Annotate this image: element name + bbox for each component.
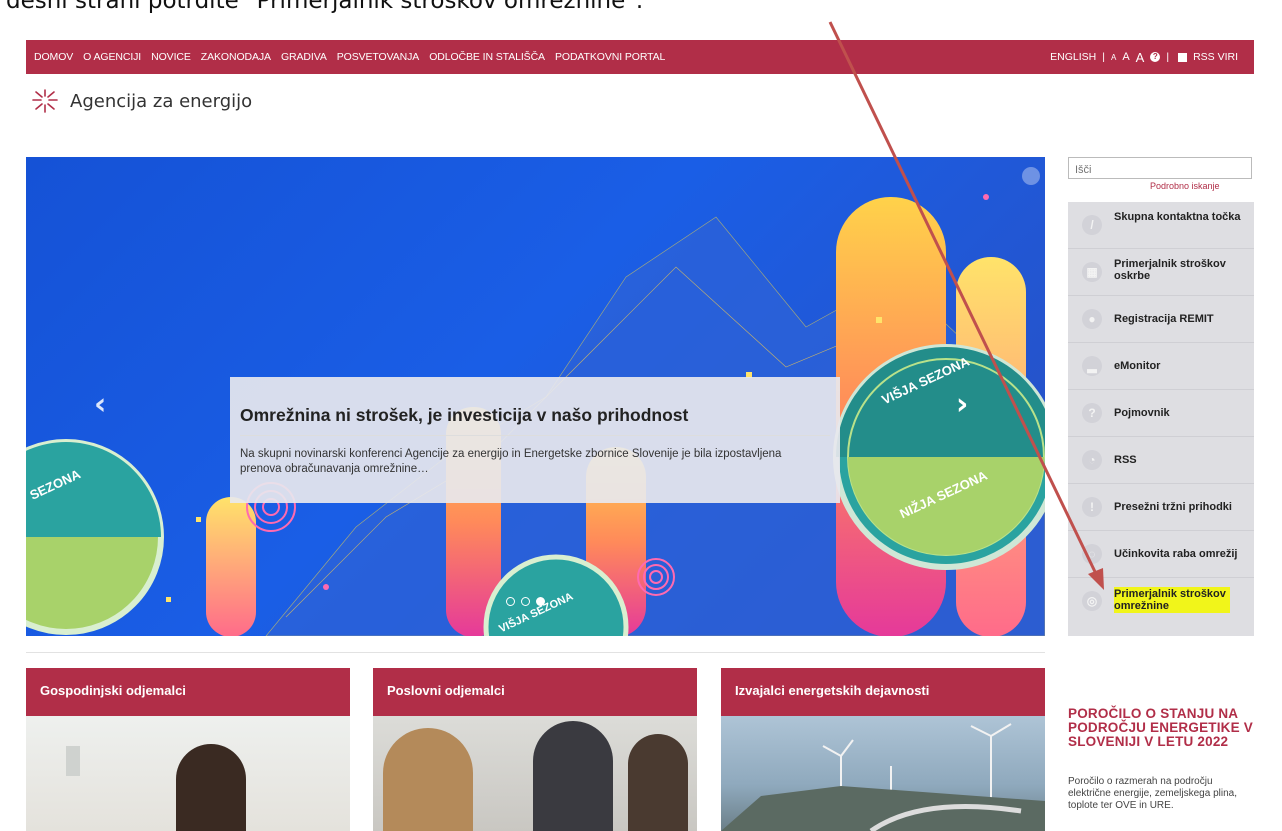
utility-nav: ENGLISH | A A A ? | RSS VIRI: [1047, 50, 1254, 65]
network-icon: ◎: [1082, 591, 1102, 611]
sidebar-item-remit[interactable]: ● Registracija REMIT: [1068, 296, 1254, 343]
hero-slider[interactable]: VIŠJA SEZONA NIŽJA SEZONA SEZONA VIŠJA S…: [26, 157, 1045, 636]
font-size-small-button[interactable]: A: [1111, 53, 1116, 62]
slide-title[interactable]: Omrežnina ni strošek, je investicija v n…: [240, 405, 688, 426]
sidebar-item-label: RSS: [1114, 454, 1137, 466]
user-icon: ●: [1082, 309, 1102, 329]
nav-novice[interactable]: NOVICE: [151, 51, 191, 63]
slider-prev-button[interactable]: ‹: [94, 387, 106, 422]
calculator-icon: ▦: [1082, 262, 1102, 282]
sidebar-item-rss[interactable]: ◔ RSS: [1068, 437, 1254, 484]
person-silhouette: [533, 721, 613, 831]
separator: |: [1166, 51, 1170, 63]
english-link[interactable]: ENGLISH: [1050, 51, 1096, 63]
wind-turbines-art: [721, 723, 1045, 831]
sidebar-item-excess-revenue[interactable]: ! Presežni tržni prihodki: [1068, 484, 1254, 531]
slider-next-button[interactable]: ›: [956, 387, 968, 422]
card-image-wind-turbines[interactable]: [721, 716, 1045, 831]
slider-dots: [506, 597, 545, 606]
advanced-search-link[interactable]: Podrobno iskanje: [1150, 181, 1220, 191]
sidebar-item-label: Pojmovnik: [1114, 407, 1170, 419]
section-divider: [26, 652, 1045, 653]
person-silhouette: [176, 744, 246, 831]
slider-dot[interactable]: [521, 597, 530, 606]
site-logo[interactable]: Agencija za energijo: [30, 88, 252, 114]
sidebar-item-label: Primerjalnik stroškov oskrbe: [1114, 258, 1226, 282]
card-image-household[interactable]: [26, 716, 350, 831]
nav-odlocbe[interactable]: ODLOČBE IN STALIŠČA: [429, 51, 545, 63]
person-silhouette: [383, 728, 473, 831]
rss-feeds-label: RSS VIRI: [1193, 51, 1238, 63]
person-silhouette: [628, 734, 688, 831]
rss-icon: [1178, 52, 1188, 62]
slide-caption[interactable]: Omrežnina ni strošek, je investicija v n…: [230, 377, 840, 503]
card-energy-operators[interactable]: Izvajalci energetskih dejavnosti: [721, 668, 1045, 831]
rss-feeds-link[interactable]: RSS VIRI: [1175, 51, 1241, 63]
nav-posvetovanja[interactable]: POSVETOVANJA: [337, 51, 420, 63]
report-title[interactable]: POROČILO O STANJU NA PODROČJU ENERGETIKE…: [1068, 707, 1258, 749]
gauge-icon: ◌: [1082, 544, 1102, 564]
help-icon[interactable]: ?: [1150, 52, 1161, 62]
top-nav-bar: DOMOV O AGENCIJI NOVICE ZAKONODAJA GRADI…: [26, 40, 1254, 74]
rss-icon: ◔: [1082, 450, 1102, 470]
nav-domov[interactable]: DOMOV: [34, 51, 73, 63]
exclamation-icon: !: [1082, 497, 1102, 517]
sidebar-item-cost-comparator-supply[interactable]: ▦ Primerjalnik stroškov oskrbe: [1068, 249, 1254, 296]
nav-o-agenciji[interactable]: O AGENCIJI: [83, 51, 141, 63]
nav-podatkovni-portal[interactable]: PODATKOVNI PORTAL: [555, 51, 665, 63]
logo-text: Agencija za energijo: [70, 90, 253, 112]
nav-zakonodaja[interactable]: ZAKONODAJA: [201, 51, 271, 63]
main-nav: DOMOV O AGENCIJI NOVICE ZAKONODAJA GRADI…: [26, 51, 675, 63]
quick-links-sidebar: / Skupna kontaktna točka ▦ Primerjalnik …: [1068, 202, 1254, 636]
font-size-large-button[interactable]: A: [1136, 50, 1145, 65]
report-description: Poročilo o razmerah na področju električ…: [1068, 776, 1237, 811]
sidebar-item-emonitor[interactable]: ▂ eMonitor: [1068, 343, 1254, 390]
card-image-business[interactable]: [373, 716, 697, 831]
card-business[interactable]: Poslovni odjemalci: [373, 668, 697, 831]
card-households[interactable]: Gospodinjski odjemalci: [26, 668, 350, 831]
sidebar-item-label: Registracija REMIT: [1114, 313, 1214, 325]
caption-divider: [240, 435, 830, 436]
sidebar-item-network-efficiency[interactable]: ◌ Učinkovita raba omrežij: [1068, 531, 1254, 578]
question-icon: ?: [1082, 403, 1102, 423]
sidebar-item-glossary[interactable]: ? Pojmovnik: [1068, 390, 1254, 437]
bar-chart-icon: ▂: [1082, 356, 1102, 376]
nav-gradiva[interactable]: GRADIVA: [281, 51, 327, 63]
font-size-medium-button[interactable]: A: [1122, 51, 1129, 63]
sidebar-item-label: eMonitor: [1114, 360, 1161, 372]
card-title[interactable]: Poslovni odjemalci: [373, 668, 697, 716]
separator: |: [1102, 51, 1105, 63]
sidebar-item-network-cost-comparator[interactable]: ◎ Primerjalnik stroškov omrežnine: [1068, 578, 1254, 624]
pencil-icon: /: [1082, 215, 1102, 235]
sidebar-item-label: Presežni tržni prihodki: [1114, 501, 1232, 513]
card-title[interactable]: Gospodinjski odjemalci: [26, 668, 350, 716]
slider-dot-active[interactable]: [536, 597, 545, 606]
instruction-text: desni strani potrdite "Primerjalnik stro…: [6, 0, 644, 14]
slider-pause-icon[interactable]: [1022, 167, 1040, 185]
wall-thermostat: [66, 746, 80, 776]
card-title[interactable]: Izvajalci energetskih dejavnosti: [721, 668, 1045, 716]
slider-dot[interactable]: [506, 597, 515, 606]
sidebar-item-label: Učinkovita raba omrežij: [1114, 548, 1238, 560]
search-input[interactable]: [1068, 157, 1252, 179]
sidebar-item-label-highlighted: Primerjalnik stroškov omrežnine: [1114, 587, 1230, 613]
logo-icon: [32, 89, 58, 113]
sidebar-item-contact-point[interactable]: / Skupna kontaktna točka: [1068, 202, 1254, 249]
sidebar-item-label: Skupna kontaktna točka: [1114, 211, 1241, 223]
slide-description: Na skupni novinarski konferenci Agencije…: [240, 448, 782, 475]
